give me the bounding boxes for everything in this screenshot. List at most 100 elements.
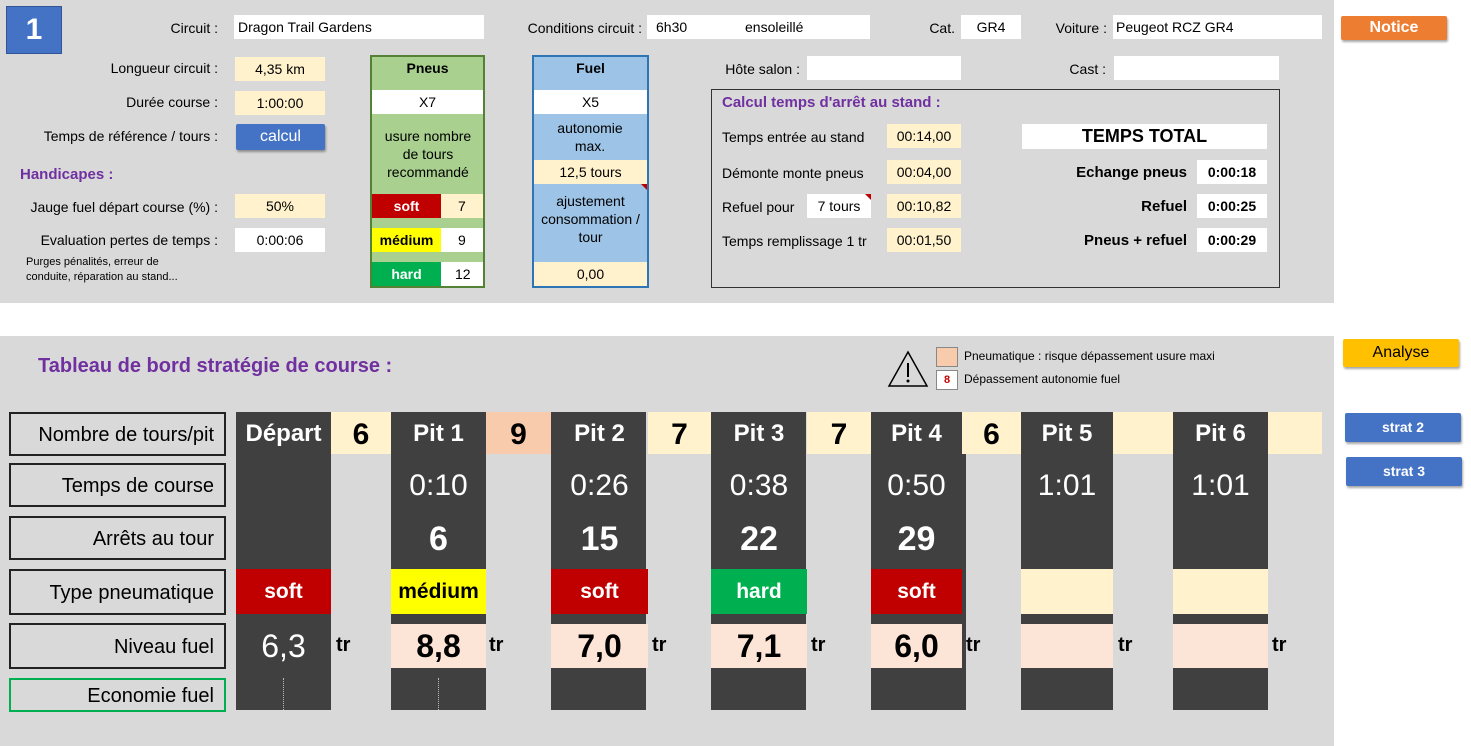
circuit-field[interactable]: Dragon Trail Gardens xyxy=(234,15,484,39)
total-both-value: 0:00:29 xyxy=(1197,228,1267,252)
time-loss-value[interactable]: 0:00:06 xyxy=(235,228,325,252)
tyre-change-label: Démonte monte pneus xyxy=(722,165,864,181)
stint-laps[interactable]: 7 xyxy=(807,412,871,454)
pit-calc-title: Calcul temps d'arrêt au stand : xyxy=(722,94,941,111)
tyre-soft-label: soft xyxy=(372,194,441,218)
circuit-label: Circuit : xyxy=(170,20,218,36)
stint-tyre[interactable] xyxy=(1173,569,1268,614)
stint-fuel-level xyxy=(1173,624,1268,668)
stint-fuel-unit: tr xyxy=(1272,634,1287,656)
fill-time-value[interactable]: 00:01,50 xyxy=(887,228,961,252)
total-time-title: TEMPS TOTAL xyxy=(1022,124,1267,149)
stint-header: Pit 1 xyxy=(413,420,464,447)
row-label-laps: Nombre de tours/pit xyxy=(9,412,226,456)
legend-tyre-text: Pneumatique : risque dépassement usure m… xyxy=(964,349,1215,363)
stint-laps[interactable] xyxy=(1268,412,1322,454)
tyre-change-value[interactable]: 00:04,00 xyxy=(887,160,961,184)
strategy-number-badge: 1 xyxy=(6,6,62,54)
stint-fuel-level: 8,8 xyxy=(391,624,486,668)
stint-race-time: 0:26 xyxy=(570,469,629,502)
tyre-medium-label: médium xyxy=(372,228,441,252)
tyres-wear-label: usure nombre de tours recommandé xyxy=(384,128,472,180)
fill-time-label: Temps remplissage 1 tr xyxy=(722,233,867,249)
stint-laps[interactable]: 6 xyxy=(962,412,1021,454)
stint-fuel-level: 6,0 xyxy=(871,624,962,668)
row-label-fuel-economy: Economie fuel xyxy=(9,678,226,712)
fuel-adjust-value[interactable]: 0,00 xyxy=(534,262,647,286)
stint-tyre[interactable]: hard xyxy=(711,569,807,614)
fuel-title: Fuel xyxy=(576,60,605,76)
row-label-tyre: Type pneumatique xyxy=(9,569,226,615)
legend-fuel-text: Dépassement autonomie fuel xyxy=(964,372,1121,386)
tyre-hard-label: hard xyxy=(372,262,441,286)
stint-laps[interactable]: 7 xyxy=(648,412,711,454)
fuel-start-label: Jauge fuel départ course (%) : xyxy=(30,199,218,215)
host-field[interactable] xyxy=(807,56,961,80)
stint-tyre[interactable]: soft xyxy=(236,569,331,614)
stint-header: Pit 3 xyxy=(733,420,785,447)
stint-fuel-level: 7,1 xyxy=(711,624,807,668)
stint-stop-lap: 22 xyxy=(740,520,778,558)
length-value[interactable]: 4,35 km xyxy=(235,57,325,81)
stint-header: Pit 4 xyxy=(891,420,942,447)
car-field[interactable]: Peugeot RCZ GR4 xyxy=(1113,15,1322,39)
conditions-field[interactable]: 6h30 ensoleillé xyxy=(647,15,870,39)
stint-fuel-unit: tr xyxy=(336,634,351,656)
duration-value[interactable]: 1:00:00 xyxy=(235,91,325,115)
fuel-start-value[interactable]: 50% xyxy=(235,194,325,218)
tyre-medium-value[interactable]: 9 xyxy=(441,228,483,252)
stint-fuel-level: 7,0 xyxy=(551,624,648,668)
refuel-time-value[interactable]: 00:10,82 xyxy=(887,194,961,218)
cat-field[interactable]: GR4 xyxy=(961,15,1021,39)
stint-tyre[interactable]: soft xyxy=(551,569,648,614)
stint-race-time: 1:01 xyxy=(1037,469,1097,502)
host-label: Hôte salon : xyxy=(725,61,800,77)
fuel-autonomy-label: autonomie max. xyxy=(557,120,623,154)
dashboard-title: Tableau de bord stratégie de course : xyxy=(38,355,393,377)
total-tyres-label: Echange pneus xyxy=(1076,164,1187,181)
stint-fuel-unit: tr xyxy=(811,634,826,656)
stint-fuel-unit: tr xyxy=(1118,634,1133,656)
conditions-label: Conditions circuit : xyxy=(527,20,642,36)
stint-tyre[interactable] xyxy=(1021,569,1113,614)
tyre-hard-value[interactable]: 12 xyxy=(441,262,483,286)
tyre-soft-value[interactable]: 7 xyxy=(441,194,483,218)
stint-fuel-unit: tr xyxy=(652,634,667,656)
cat-label: Cat. xyxy=(929,20,955,36)
fuel-adjust-label: ajustement consommation / tour xyxy=(541,193,640,245)
comment-marker xyxy=(641,184,647,190)
strat-2-button[interactable]: strat 2 xyxy=(1345,413,1461,442)
stint-tyre[interactable]: médium xyxy=(391,569,486,614)
stint-race-time: 0:10 xyxy=(409,469,468,502)
stint-laps[interactable]: 9 xyxy=(486,412,551,454)
handicap-title: Handicapes : xyxy=(20,166,114,183)
fuel-autonomy-value[interactable]: 12,5 tours xyxy=(534,160,647,184)
calcul-button[interactable]: calcul xyxy=(236,124,325,150)
refuel-label: Refuel pour xyxy=(722,199,795,215)
pit-calc-box xyxy=(711,89,1280,288)
stint-race-time: 0:38 xyxy=(729,469,789,502)
stint-fuel-unit: tr xyxy=(966,634,981,656)
comment-marker xyxy=(865,194,871,200)
row-label-fuel: Niveau fuel xyxy=(9,623,226,669)
refuel-laps-field[interactable]: 7 tours xyxy=(807,194,871,218)
analyse-button[interactable]: Analyse xyxy=(1343,339,1459,367)
tyres-title: Pneus xyxy=(406,60,449,76)
stint-tyre[interactable]: soft xyxy=(871,569,962,614)
stint-stop-lap: 29 xyxy=(897,520,936,558)
time-loss-label: Evaluation pertes de temps : xyxy=(40,232,218,248)
stint-laps[interactable]: 6 xyxy=(331,412,391,454)
tyres-multiplier[interactable]: X7 xyxy=(372,90,483,114)
car-label: Voiture : xyxy=(1055,20,1107,36)
ref-time-label: Temps de référence / tours : xyxy=(43,128,218,144)
stint-laps[interactable] xyxy=(1113,412,1173,454)
pit-entry-value[interactable]: 00:14,00 xyxy=(887,124,961,148)
stint-race-time: 0:50 xyxy=(887,469,946,502)
notice-button[interactable]: Notice xyxy=(1341,16,1447,40)
strat-3-button[interactable]: strat 3 xyxy=(1346,457,1462,486)
total-both-label: Pneus + refuel xyxy=(1084,232,1187,249)
stint-stop-lap: 6 xyxy=(429,520,448,558)
fuel-multiplier[interactable]: X5 xyxy=(534,90,647,114)
stint-fuel-level xyxy=(1021,624,1113,668)
cast-field[interactable] xyxy=(1114,56,1279,80)
